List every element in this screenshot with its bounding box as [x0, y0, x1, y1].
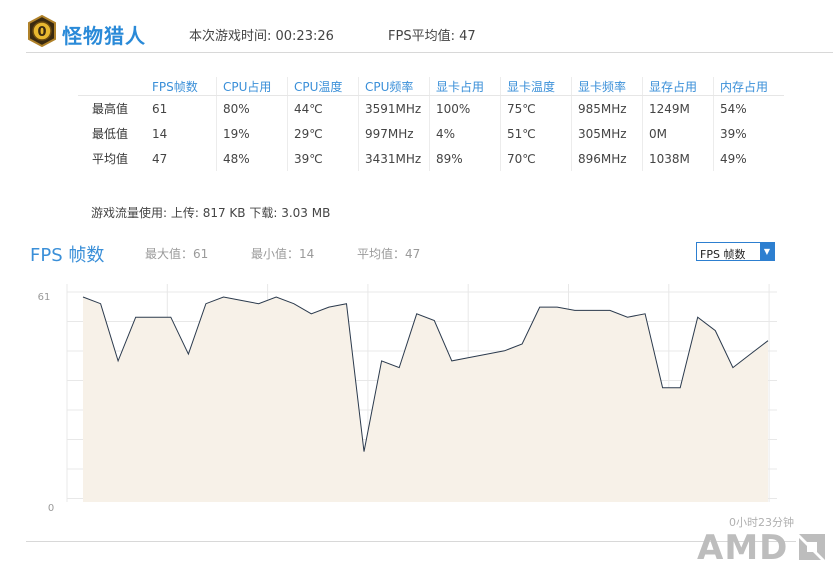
chart-max: 最大值：61: [145, 247, 209, 261]
stat-cell: 61: [152, 101, 168, 116]
stat-cell: 49%: [713, 146, 784, 171]
stats-header-row: FPS帧数 CPU占用 CPU温度 CPU频率 显卡占用 显卡温度 显卡频率 显…: [78, 77, 784, 96]
col-header: 显卡温度: [500, 77, 572, 96]
col-header: CPU温度: [287, 77, 359, 96]
col-header: FPS帧数: [146, 77, 217, 96]
stat-cell: 985MHz: [571, 95, 643, 121]
fps-average: FPS平均值: 47: [388, 29, 476, 44]
fps-chart-svg: 61 0: [38, 284, 777, 514]
stat-cell: 51℃: [500, 121, 572, 146]
amd-arrow-icon: [799, 534, 825, 560]
row-label: 最低值: [92, 127, 129, 141]
row-label: 平均值: [92, 152, 129, 166]
stat-cell: 54%: [713, 95, 784, 121]
row-label: 最高值: [92, 102, 129, 116]
metric-dropdown[interactable]: FPS 帧数 ▼: [696, 242, 775, 261]
chart-min: 最小值：14: [251, 247, 315, 261]
stat-cell: 39℃: [287, 146, 359, 171]
stats-row-avg: 平均值 47 48% 39℃ 3431MHz 89% 70℃ 896MHz 10…: [78, 146, 784, 171]
stat-cell: 89%: [429, 146, 501, 171]
stats-corner: [78, 77, 146, 96]
stat-cell: 44℃: [287, 95, 359, 121]
chart-title: FPS 帧数: [30, 245, 105, 266]
stat-cell: 3591MHz: [358, 95, 430, 121]
stat-cell: 997MHz: [358, 121, 430, 146]
stat-cell: 80%: [216, 95, 288, 121]
stat-cell: 305MHz: [571, 121, 643, 146]
session-time: 本次游戏时间: 00:23:26: [189, 29, 334, 44]
amd-logo: AMD: [697, 528, 789, 568]
col-header: 显卡频率: [571, 77, 643, 96]
stat-cell: 1038M: [642, 146, 714, 171]
chart-avg: 平均值：47: [357, 247, 421, 261]
col-header: 内存占用: [713, 77, 784, 96]
stat-cell: 0M: [642, 121, 714, 146]
col-header: 显卡占用: [429, 77, 501, 96]
y-tick-label: 0: [48, 503, 54, 514]
col-header: CPU频率: [358, 77, 430, 96]
stat-cell: 3431MHz: [358, 146, 430, 171]
header: 0 怪物猎人 本次游戏时间: 00:23:26 FPS平均值: 47: [26, 12, 833, 53]
stat-cell: 39%: [713, 121, 784, 146]
game-icon: 0: [28, 15, 56, 47]
game-name: 怪物猎人: [62, 24, 146, 48]
fps-chart: 61 0: [0, 270, 833, 540]
stat-cell: 70℃: [500, 146, 572, 171]
y-tick-label: 61: [38, 292, 51, 303]
stat-cell: 1249M: [642, 95, 714, 121]
stat-cell: 29℃: [287, 121, 359, 146]
traffic-usage: 游戏流量使用: 上传: 817 KB 下载: 3.03 MB: [91, 206, 331, 220]
col-header: 显存占用: [642, 77, 714, 96]
stat-cell: 75℃: [500, 95, 572, 121]
stat-cell: 47: [152, 151, 168, 166]
stat-cell: 896MHz: [571, 146, 643, 171]
chevron-down-icon[interactable]: ▼: [760, 243, 774, 260]
footer-divider: [26, 541, 796, 542]
metric-dropdown-value: FPS 帧数: [700, 248, 746, 261]
stats-table: FPS帧数 CPU占用 CPU温度 CPU频率 显卡占用 显卡温度 显卡频率 显…: [78, 77, 784, 171]
stat-cell: 19%: [216, 121, 288, 146]
stats-row-min: 最低值 14 19% 29℃ 997MHz 4% 51℃ 305MHz 0M 3…: [78, 121, 784, 146]
stat-cell: 100%: [429, 95, 501, 121]
stats-row-max: 最高值 61 80% 44℃ 3591MHz 100% 75℃ 985MHz 1…: [78, 95, 784, 121]
col-header: CPU占用: [216, 77, 288, 96]
stat-cell: 4%: [429, 121, 501, 146]
stat-cell: 48%: [216, 146, 288, 171]
stat-cell: 14: [152, 126, 168, 141]
svg-text:0: 0: [37, 25, 46, 40]
